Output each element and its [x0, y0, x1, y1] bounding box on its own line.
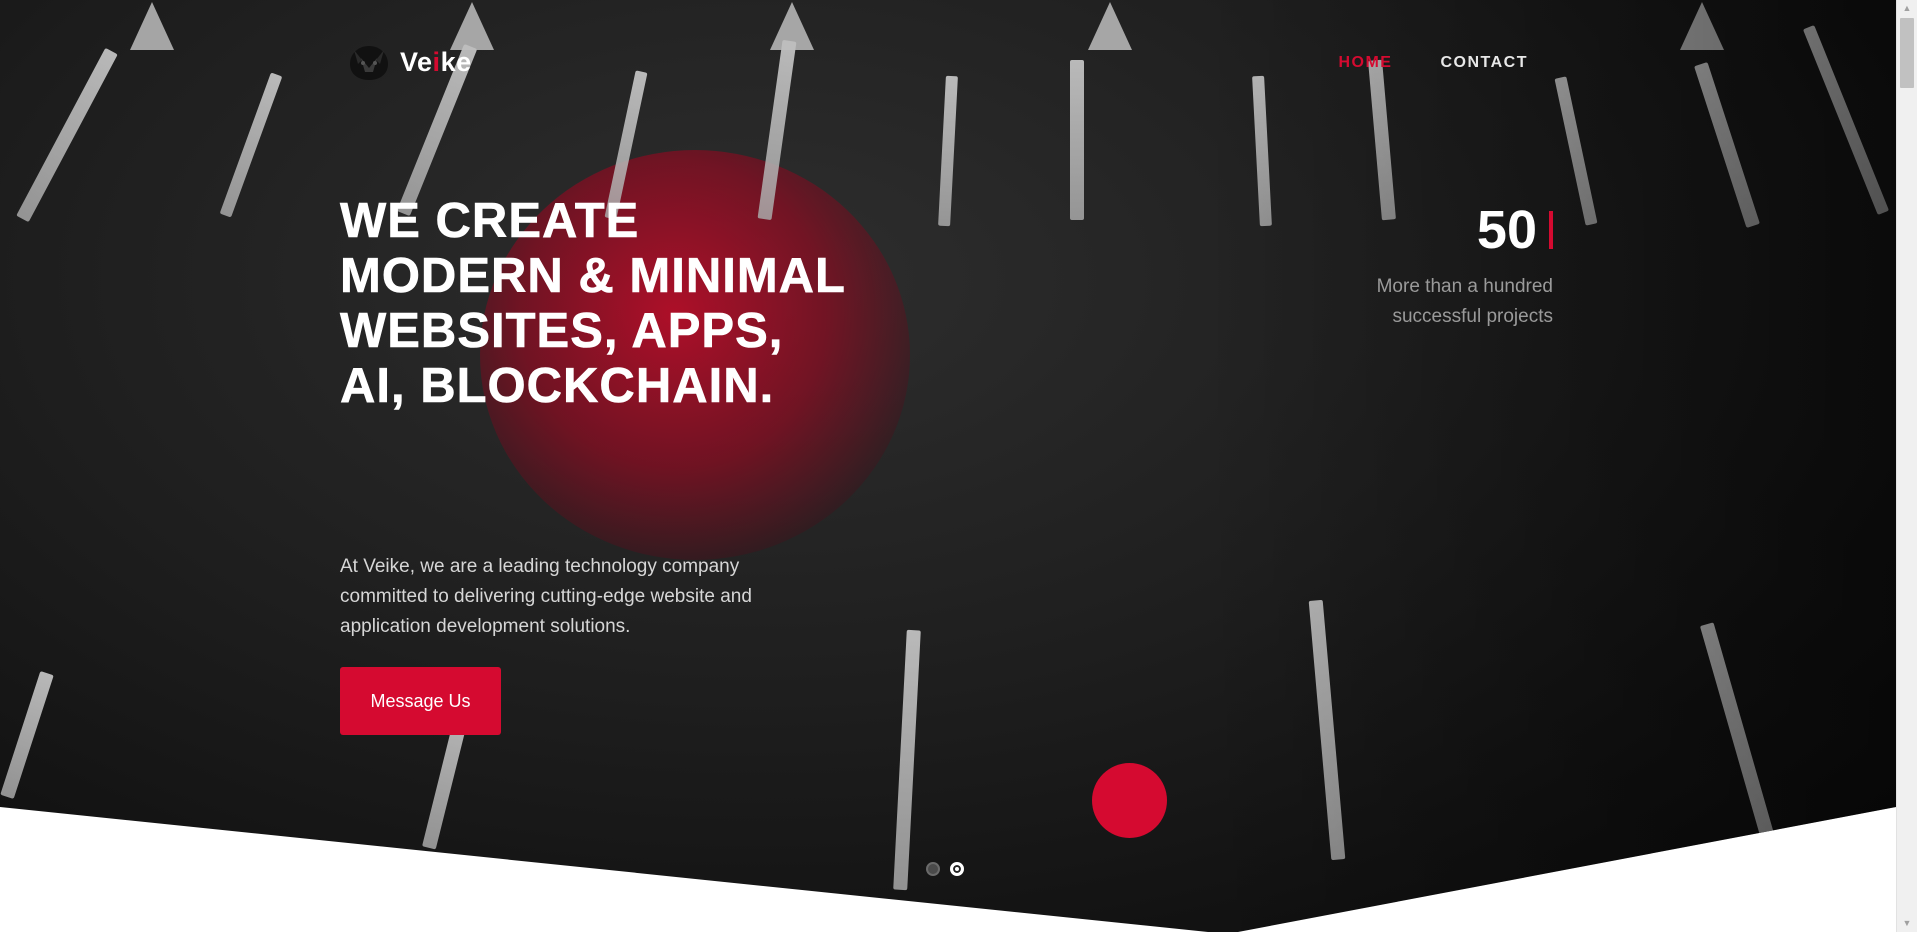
scrollbar-up-arrow-icon[interactable]: ▲	[1897, 0, 1917, 17]
road-marking	[1070, 60, 1084, 220]
road-marking	[0, 671, 54, 799]
nav-home-link[interactable]: HOME	[1338, 54, 1392, 72]
road-marking	[16, 47, 118, 223]
road-marking	[893, 629, 921, 891]
scroll-down-dot[interactable]	[1092, 763, 1167, 838]
stat-number: 50	[1476, 200, 1537, 260]
slider-bullet-1[interactable]	[926, 862, 940, 876]
main-nav: HOME CONTACT	[1338, 54, 1528, 72]
veike-logo-icon	[350, 46, 388, 80]
slider-pagination	[926, 862, 964, 876]
slider-bullet-2[interactable]	[950, 862, 964, 876]
stat-accent-bar	[1549, 211, 1553, 249]
road-marking	[219, 72, 283, 218]
page-viewport: Veike HOME CONTACT WE CREATE MODERN & MI…	[0, 0, 1896, 932]
hero-description: At Veike, we are a leading technology co…	[340, 556, 752, 637]
message-us-button[interactable]: Message Us	[340, 667, 501, 735]
road-marking	[938, 75, 958, 227]
scrollbar-thumb[interactable]	[1900, 18, 1914, 88]
road-arrow	[130, 2, 174, 50]
nav-contact-link[interactable]: CONTACT	[1440, 54, 1528, 72]
road-arrow	[770, 2, 814, 50]
site-logo[interactable]: Veike	[346, 42, 472, 82]
stats-block: 50 More than a hundred successful projec…	[1363, 200, 1553, 332]
road-arrow	[1088, 2, 1132, 50]
stat-caption: More than a hundred successful projects	[1376, 276, 1553, 327]
hero-headline: WE CREATE MODERN & MINIMAL WEBSITES, APP…	[340, 194, 846, 414]
hero-section: Veike HOME CONTACT WE CREATE MODERN & MI…	[0, 0, 1896, 932]
page-scrollbar[interactable]: ▲ ▼	[1896, 0, 1917, 932]
hero-shade	[1196, 0, 1896, 932]
scrollbar-down-arrow-icon[interactable]: ▼	[1897, 915, 1917, 932]
logo-text: Veike	[400, 46, 472, 77]
